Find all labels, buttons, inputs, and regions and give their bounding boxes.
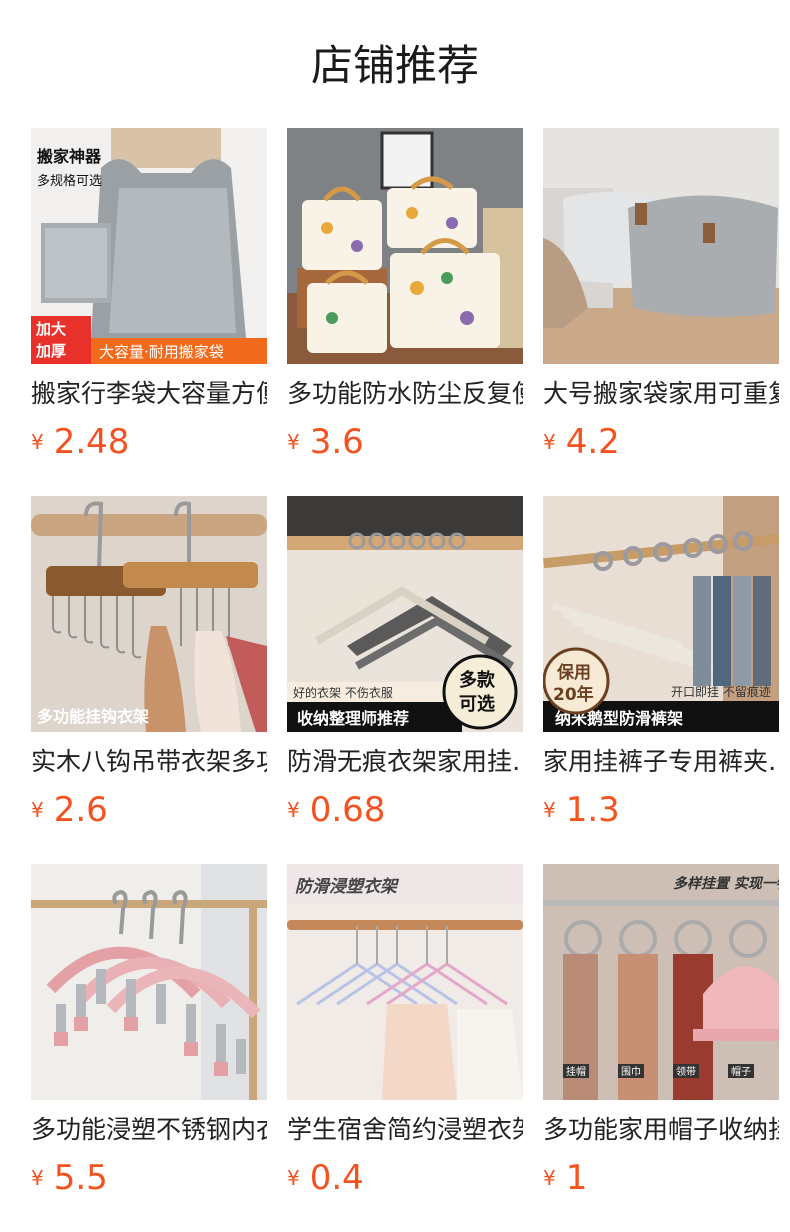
product-price: ¥5.5 <box>31 1158 267 1198</box>
price-value: 0.68 <box>309 790 386 830</box>
currency-symbol: ¥ <box>287 798 300 822</box>
image-caption: 多样挂置 实现一物多用 <box>673 875 779 892</box>
product-name[interactable]: 防滑无痕衣架家用挂… <box>287 746 523 778</box>
product-price: ¥0.4 <box>287 1158 523 1198</box>
svg-text:加厚: 加厚 <box>35 342 66 360</box>
currency-symbol: ¥ <box>543 1166 556 1190</box>
product-image[interactable]: 防滑浸塑衣架 <box>287 864 523 1100</box>
currency-symbol: ¥ <box>543 798 556 822</box>
product-name[interactable]: 学生宿舍简约浸塑衣架… <box>287 1114 523 1146</box>
product-card[interactable]: 搬家神器 多规格可选 加大 加厚 大容量·耐用搬家袋 搬家行李袋大容量方便… ¥… <box>31 128 267 462</box>
currency-symbol: ¥ <box>287 1166 300 1190</box>
price-value: 5.5 <box>53 1158 108 1198</box>
currency-symbol: ¥ <box>31 430 44 454</box>
image-caption: 多功能挂钩衣架 <box>37 707 149 726</box>
product-card[interactable]: 大号搬家袋家用可重复… ¥4.2 <box>543 128 779 462</box>
product-price: ¥1 <box>543 1158 779 1198</box>
product-card[interactable]: 多功能挂钩衣架 实木八钩吊带衣架多功… ¥2.6 <box>31 496 267 830</box>
product-image[interactable] <box>287 128 523 364</box>
product-name[interactable]: 家用挂裤子专用裤夹… <box>543 746 779 778</box>
currency-symbol: ¥ <box>31 1166 44 1190</box>
image-banner-text: 大容量·耐用搬家袋 <box>99 343 224 361</box>
image-badge-text: 搬家神器 <box>37 147 102 166</box>
product-price: ¥2.6 <box>31 790 267 830</box>
price-value: 2.6 <box>53 790 108 830</box>
svg-text:20年: 20年 <box>553 684 594 705</box>
product-price: ¥4.2 <box>543 422 779 462</box>
product-image[interactable]: 好的衣架 不伤衣服 收纳整理师推荐 多款 可选 <box>287 496 523 732</box>
section-title: 店铺推荐 <box>310 41 479 90</box>
product-name[interactable]: 大号搬家袋家用可重复… <box>543 378 779 410</box>
currency-symbol: ¥ <box>287 430 300 454</box>
product-name[interactable]: 多功能防水防尘反复使用… <box>287 378 523 410</box>
svg-text:加大: 加大 <box>35 320 66 338</box>
price-value: 0.4 <box>309 1158 364 1198</box>
product-image[interactable] <box>31 864 267 1100</box>
product-name[interactable]: 实木八钩吊带衣架多功… <box>31 746 267 778</box>
image-caption: 收纳整理师推荐 <box>297 709 409 728</box>
price-value: 1 <box>565 1158 588 1198</box>
price-value: 2.48 <box>53 422 130 462</box>
product-name[interactable]: 搬家行李袋大容量方便… <box>31 378 267 410</box>
product-card[interactable]: 多功能浸塑不锈钢内衣… ¥5.5 <box>31 864 267 1198</box>
price-value: 3.6 <box>309 422 364 462</box>
image-label: 帽子 <box>731 1065 751 1078</box>
product-image[interactable]: 多功能挂钩衣架 <box>31 496 267 732</box>
currency-symbol: ¥ <box>31 798 44 822</box>
product-price: ¥1.3 <box>543 790 779 830</box>
image-tag-text: 开口即挂 不留痕迹 <box>671 684 771 699</box>
product-image[interactable] <box>543 128 779 364</box>
price-value: 1.3 <box>565 790 620 830</box>
image-tag-text: 好的衣架 不伤衣服 <box>293 685 393 700</box>
product-price: ¥0.68 <box>287 790 523 830</box>
product-image[interactable]: 纳米鹅型防滑裤架 开口即挂 不留痕迹 保用 20年 <box>543 496 779 732</box>
image-caption: 防滑浸塑衣架 <box>295 877 400 897</box>
product-name[interactable]: 多功能浸塑不锈钢内衣… <box>31 1114 267 1146</box>
price-value: 4.2 <box>565 422 620 462</box>
product-price: ¥3.6 <box>287 422 523 462</box>
svg-text:多款: 多款 <box>459 669 496 691</box>
product-card[interactable]: 好的衣架 不伤衣服 收纳整理师推荐 多款 可选 防滑无痕衣架家用挂… ¥0.68 <box>287 496 523 830</box>
image-label: 领带 <box>676 1065 696 1078</box>
product-card[interactable]: 多样挂置 实现一物多用 挂帽 围巾 领带 帽子 多功能家用帽子收纳挂… ¥1 <box>543 864 779 1198</box>
product-card[interactable]: 防滑浸塑衣架 学生宿舍简约浸塑衣架… ¥0.4 <box>287 864 523 1198</box>
product-card[interactable]: 纳米鹅型防滑裤架 开口即挂 不留痕迹 保用 20年 家用挂裤子专用裤夹… ¥1.… <box>543 496 779 830</box>
product-image[interactable]: 多样挂置 实现一物多用 挂帽 围巾 领带 帽子 <box>543 864 779 1100</box>
image-label: 挂帽 <box>566 1065 586 1078</box>
product-name[interactable]: 多功能家用帽子收纳挂… <box>543 1114 779 1146</box>
currency-symbol: ¥ <box>543 430 556 454</box>
svg-text:可选: 可选 <box>459 694 495 715</box>
product-price: ¥2.48 <box>31 422 267 462</box>
image-subtext: 多规格可选 <box>37 173 102 189</box>
product-image[interactable]: 搬家神器 多规格可选 加大 加厚 大容量·耐用搬家袋 <box>31 128 267 364</box>
svg-text:保用: 保用 <box>556 662 591 683</box>
image-label: 围巾 <box>621 1065 641 1078</box>
product-card[interactable]: 多功能防水防尘反复使用… ¥3.6 <box>287 128 523 462</box>
